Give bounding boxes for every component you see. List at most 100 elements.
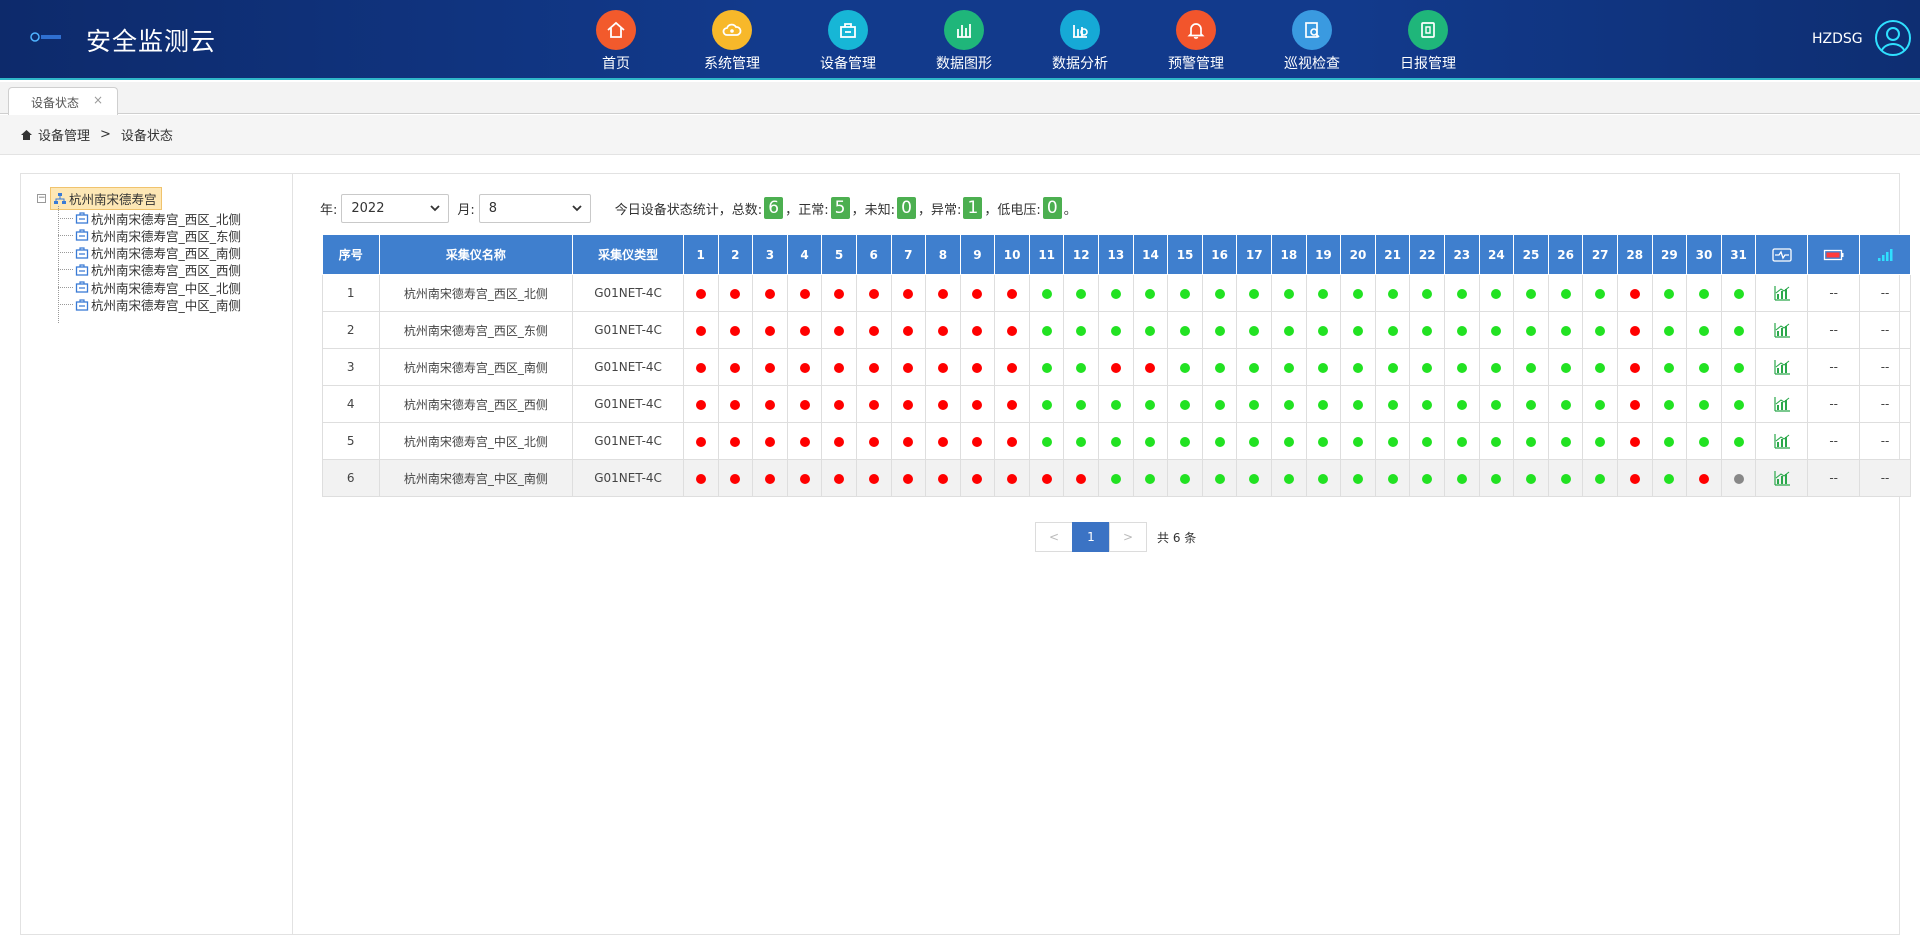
- trend-chart-icon[interactable]: [1773, 396, 1791, 412]
- daily-report-icon: [1421, 22, 1435, 38]
- status-dot: [1145, 473, 1156, 484]
- cell-chart[interactable]: [1755, 459, 1809, 497]
- status-dot: [764, 436, 775, 447]
- cell-chart[interactable]: [1755, 385, 1809, 423]
- trend-chart-icon[interactable]: [1773, 285, 1791, 301]
- cell-day-status: [1201, 311, 1238, 349]
- trend-chart-icon[interactable]: [1773, 359, 1791, 375]
- cell-day-status: [1409, 385, 1445, 423]
- breadcrumb-parent[interactable]: 设备管理: [38, 125, 90, 144]
- user-name[interactable]: HZDSG: [1812, 31, 1863, 47]
- status-dot: [695, 288, 706, 299]
- status-dot: [972, 362, 983, 373]
- nav-data-analysis-badge: [1060, 10, 1100, 50]
- cell-day-status: [925, 311, 961, 349]
- cell-index: 2: [322, 311, 380, 349]
- tree-node-label: 杭州南宋德寿宫_中区_南侧: [91, 298, 242, 313]
- cell-day-status: [925, 274, 961, 312]
- nav-item-alarm[interactable]: 预警管理: [1138, 0, 1254, 78]
- status-dot: [1525, 362, 1536, 373]
- col-header-day: 4: [786, 234, 823, 275]
- trend-chart-icon[interactable]: [1773, 470, 1791, 486]
- status-dot: [1491, 473, 1502, 484]
- cell-day-status: [855, 311, 892, 349]
- cell-index: 6: [322, 459, 380, 497]
- status-dot: [1733, 325, 1744, 336]
- trend-chart-icon[interactable]: [1773, 322, 1791, 338]
- status-dot: [799, 325, 810, 336]
- nav-item-inspection[interactable]: 巡视检查: [1254, 0, 1370, 78]
- cell-day-status: [1132, 385, 1169, 423]
- table-header-row: 序号 采集仪名称 采集仪类型 1 2 3 4 5 6 7 8 9 10 11 12 13 14 15 16 17…: [322, 234, 1911, 275]
- nav-item-daily-report[interactable]: 日报管理: [1370, 0, 1486, 78]
- nav-item-system[interactable]: 系统管理: [674, 0, 790, 78]
- status-dot: [1041, 362, 1052, 373]
- col-header-day: 3: [752, 234, 788, 275]
- nav-item-data-graph[interactable]: 数据图形: [906, 0, 1022, 78]
- table-row[interactable]: 4 杭州南宋德寿宫_西区_西侧 G01NET-4C -- --: [322, 385, 1911, 423]
- tab-label: 设备状态: [31, 96, 80, 110]
- cell-day-status: [682, 422, 719, 460]
- cell-chart[interactable]: [1755, 311, 1809, 349]
- tab-device-status[interactable]: 设备状态 ×: [8, 87, 118, 115]
- cell-day-status: [890, 459, 927, 497]
- status-dot: [1422, 473, 1433, 484]
- pagination: < 1 > 共 6 条: [1035, 522, 1196, 552]
- next-page-button[interactable]: >: [1109, 522, 1147, 552]
- table-row[interactable]: 6 杭州南宋德寿宫_中区_南侧 G01NET-4C -- --: [322, 459, 1911, 497]
- analysis-icon: [1073, 25, 1088, 38]
- cell-day-status: [1167, 459, 1203, 497]
- status-dot: [799, 473, 810, 484]
- tree-root-node[interactable]: 杭州南宋德寿宫: [50, 187, 162, 210]
- cell-day-status: [890, 385, 927, 423]
- trend-chart-icon[interactable]: [1773, 433, 1791, 449]
- cell-chart[interactable]: [1755, 422, 1809, 460]
- cell-day-status: [1063, 459, 1100, 497]
- status-dot: [1422, 399, 1433, 410]
- status-dot: [868, 473, 879, 484]
- table-row[interactable]: 1 杭州南宋德寿宫_西区_北侧 G01NET-4C -- --: [322, 274, 1911, 312]
- cell-signal: --: [1859, 385, 1911, 423]
- prev-page-button[interactable]: <: [1035, 522, 1073, 552]
- status-dot: [1214, 288, 1225, 299]
- table-row[interactable]: 2 杭州南宋德寿宫_西区_东侧 G01NET-4C -- --: [322, 311, 1911, 349]
- table-row[interactable]: 3 杭州南宋德寿宫_西区_南侧 G01NET-4C -- --: [322, 348, 1911, 386]
- month-select[interactable]: 8: [478, 193, 591, 223]
- nav-home-badge: [596, 10, 636, 50]
- cell-day-status: [1720, 422, 1757, 460]
- cell-chart[interactable]: [1755, 348, 1809, 386]
- cell-chart[interactable]: [1755, 274, 1809, 312]
- tree-node[interactable]: 杭州南宋德寿宫_中区_南侧: [58, 295, 241, 315]
- cell-day-status: [959, 274, 996, 312]
- year-select[interactable]: 2022: [341, 193, 450, 223]
- cell-day-status: [1201, 274, 1238, 312]
- table-row[interactable]: 5 杭州南宋德寿宫_中区_北侧 G01NET-4C -- --: [322, 422, 1911, 460]
- breadcrumb-bar: 设备管理 > 设备状态: [0, 115, 1920, 155]
- nav-item-device[interactable]: 设备管理: [790, 0, 906, 78]
- status-dot: [1387, 399, 1398, 410]
- stats-lowvolt-label: 低电压:: [997, 202, 1041, 218]
- status-dot: [1180, 325, 1191, 336]
- status-dot: [1110, 362, 1121, 373]
- nav-item-home[interactable]: 首页: [558, 0, 674, 78]
- cell-day-status: [1720, 385, 1757, 423]
- user-avatar-icon[interactable]: [1874, 19, 1912, 57]
- status-dot: [1698, 473, 1709, 484]
- cell-day-status: [1132, 459, 1169, 497]
- cell-day-status: [1063, 311, 1100, 349]
- nav-item-data-analysis[interactable]: 数据分析: [1022, 0, 1138, 78]
- status-dot: [764, 362, 775, 373]
- status-dot: [1595, 399, 1606, 410]
- cell-day-status: [1271, 385, 1307, 423]
- cell-day-status: [821, 348, 857, 386]
- tab-close-button[interactable]: ×: [93, 93, 103, 107]
- main-panel: − 杭州南宋德寿宫 杭州南宋德寿宫_西区_北侧 杭州南宋德寿宫_西区_东侧 杭州南宋…: [20, 173, 1911, 935]
- status-dot: [1422, 436, 1433, 447]
- page-button-1[interactable]: 1: [1072, 522, 1110, 552]
- col-header-day: 17: [1236, 234, 1273, 275]
- status-dot: [730, 325, 741, 336]
- nav-label: 系统管理: [704, 56, 760, 72]
- tree-collapse-toggle[interactable]: −: [37, 194, 46, 203]
- status-dot: [1698, 325, 1709, 336]
- cell-day-status: [1686, 385, 1722, 423]
